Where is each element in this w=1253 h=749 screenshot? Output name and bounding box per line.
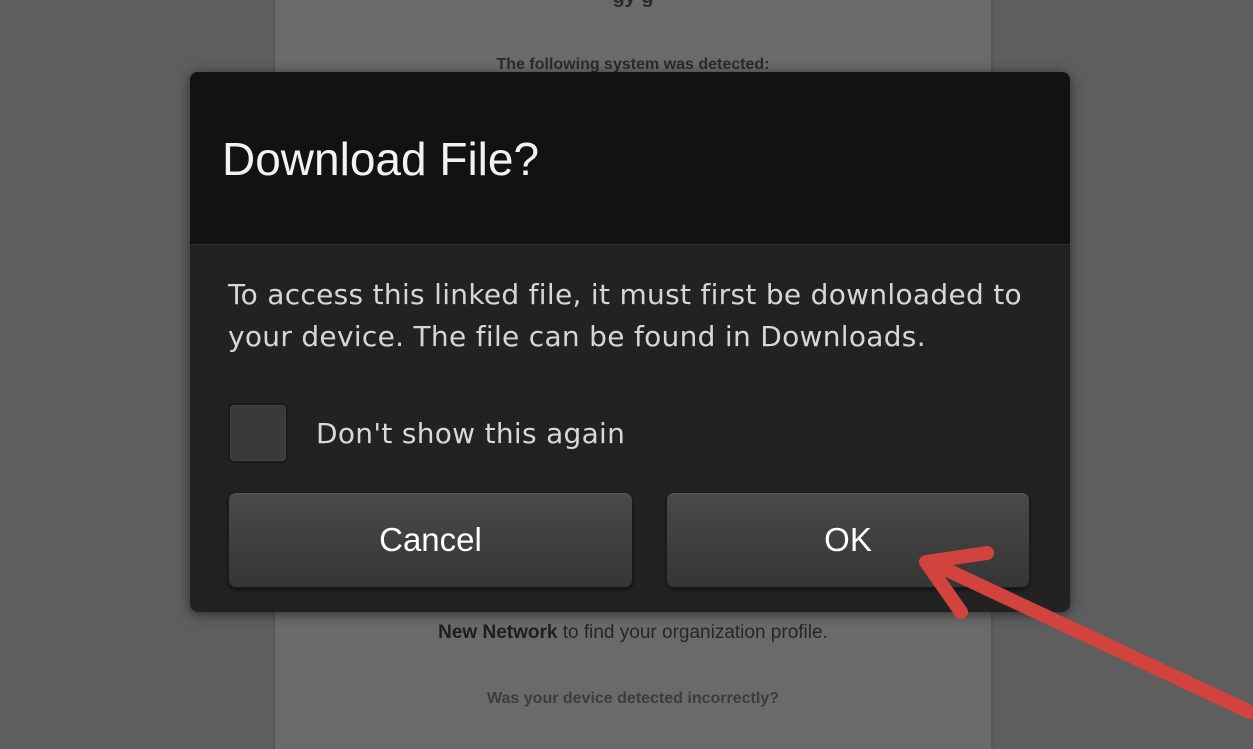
dont-show-again-label[interactable]: Don't show this again [316,417,625,450]
background-clipped-heading: gy g [275,0,991,9]
dialog-header: Download File? [190,72,1070,245]
dialog-message: To access this linked file, it must firs… [228,278,1022,353]
dont-show-again-row[interactable]: Don't show this again [228,402,625,464]
screen: gy g The following system was detected: … [0,0,1253,749]
cancel-button[interactable]: Cancel [228,492,633,588]
background-incorrect-link[interactable]: Was your device detected incorrectly? [275,690,991,708]
download-file-dialog: Download File? To access this linked fil… [190,72,1070,612]
background-network-link[interactable]: New Network [438,622,557,643]
dialog-title: Download File? [222,133,540,185]
background-network-text: to find your organization profile. [557,622,828,643]
dont-show-again-checkbox[interactable] [228,403,288,463]
background-network-line: New Network to find your organization pr… [275,622,991,644]
ok-button[interactable]: OK [666,492,1030,588]
